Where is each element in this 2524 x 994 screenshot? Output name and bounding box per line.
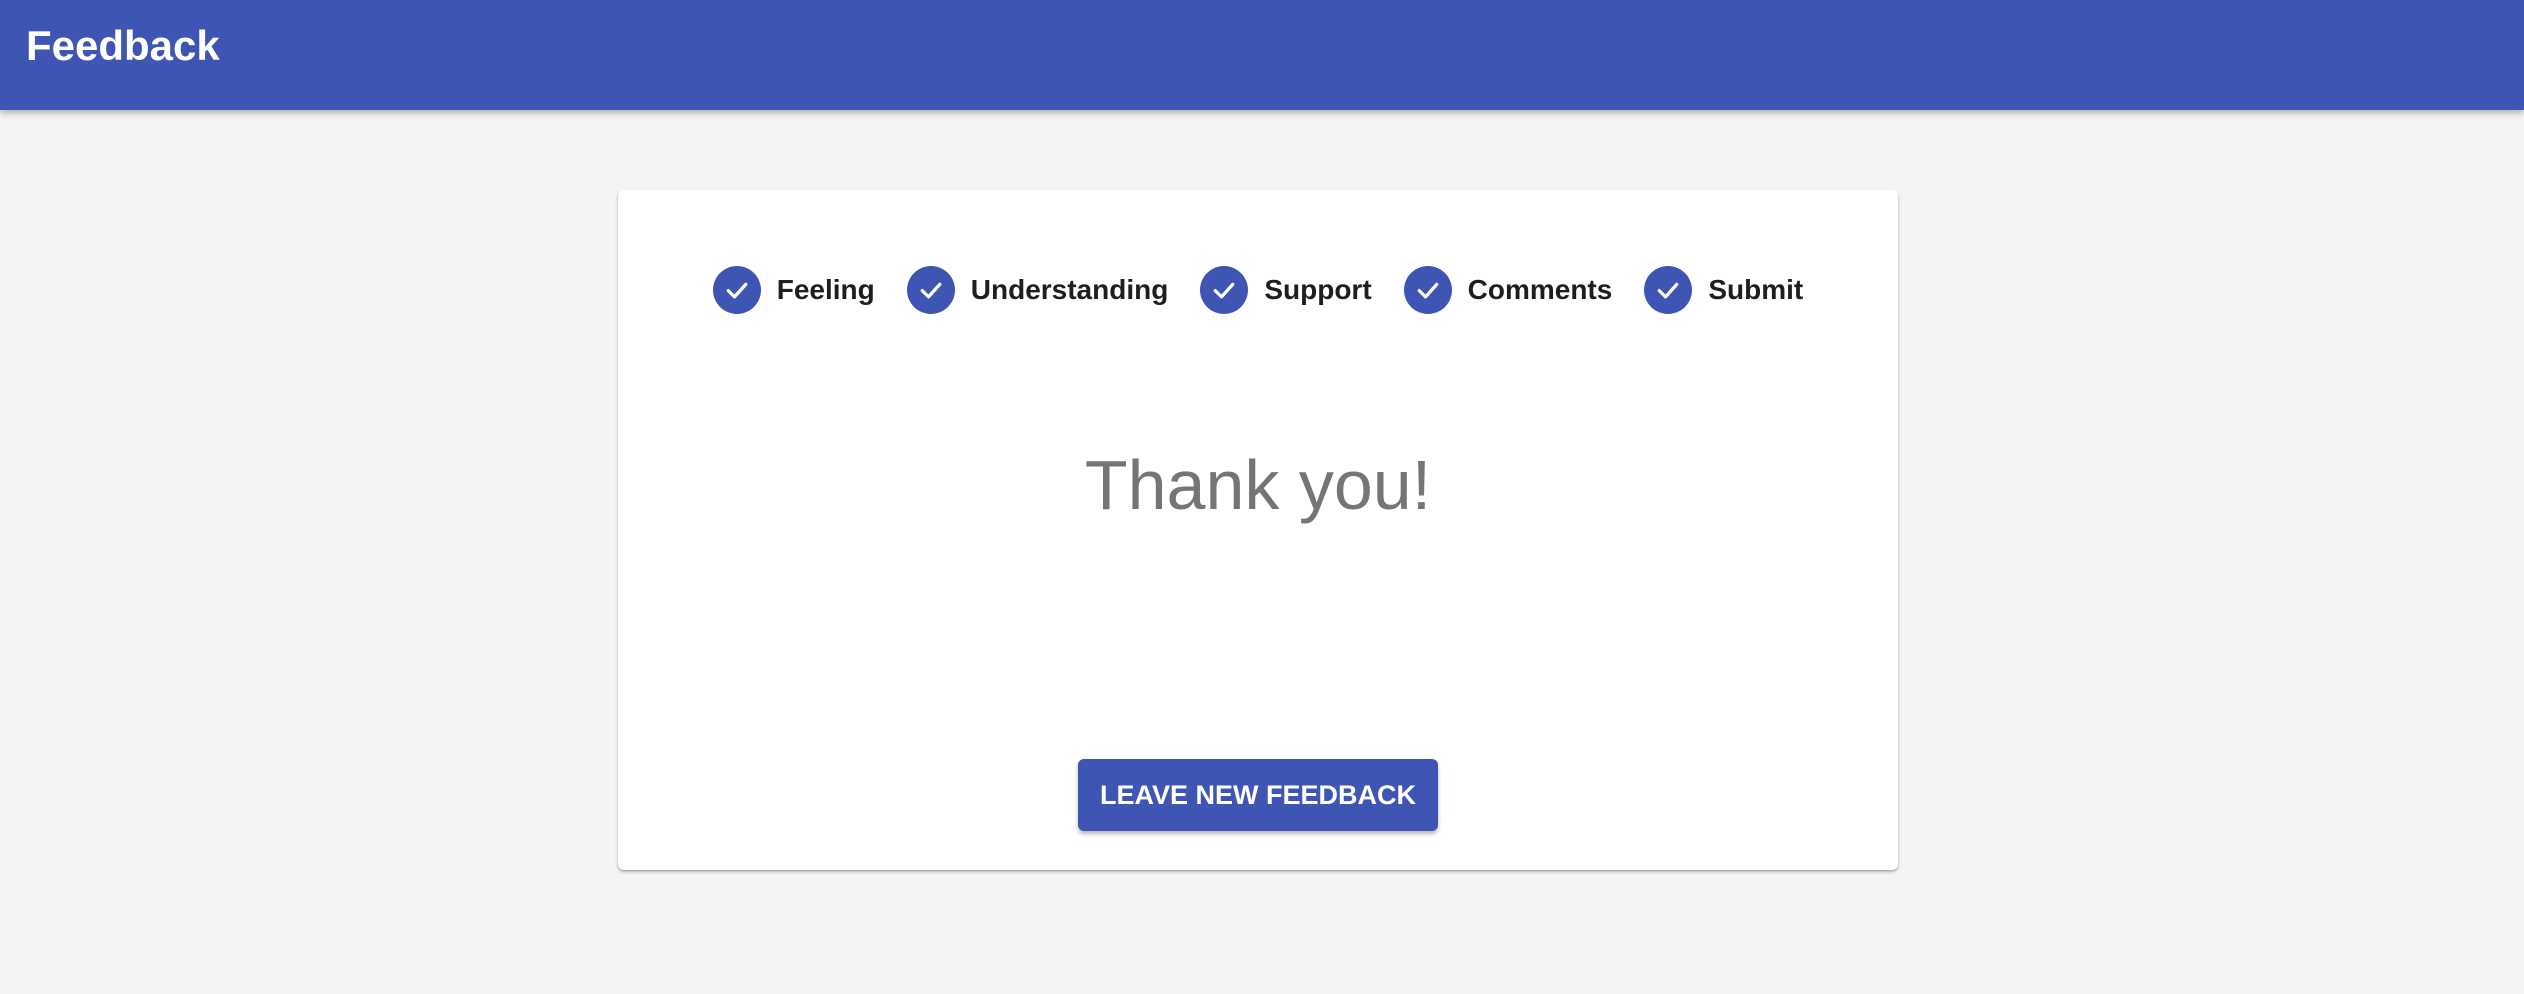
check-circle-icon bbox=[1200, 266, 1249, 314]
step-label-support: Support bbox=[1264, 274, 1372, 305]
step-label-comments: Comments bbox=[1467, 274, 1613, 305]
feedback-card: Feeling Understanding Support Comments S… bbox=[618, 190, 1898, 870]
step-label-understanding: Understanding bbox=[970, 274, 1169, 305]
step-understanding[interactable]: Understanding bbox=[906, 266, 1169, 314]
check-circle-icon bbox=[712, 266, 761, 314]
thank-you-message: Thank you! bbox=[1084, 446, 1432, 524]
check-circle-icon bbox=[906, 266, 955, 314]
step-label-submit: Submit bbox=[1708, 274, 1804, 305]
step-support[interactable]: Support bbox=[1200, 266, 1372, 314]
leave-new-feedback-button[interactable]: Leave New Feedback bbox=[1078, 759, 1438, 831]
step-submit[interactable]: Submit bbox=[1644, 266, 1803, 314]
step-feeling[interactable]: Feeling bbox=[712, 266, 875, 314]
app-title: Feedback bbox=[26, 22, 220, 69]
step-label-feeling: Feeling bbox=[776, 274, 875, 305]
app-bar: Feedback bbox=[0, 0, 2524, 110]
check-circle-icon bbox=[1403, 266, 1452, 314]
step-comments[interactable]: Comments bbox=[1403, 266, 1613, 314]
stepper: Feeling Understanding Support Comments S… bbox=[618, 264, 1898, 316]
check-circle-icon bbox=[1644, 266, 1693, 314]
